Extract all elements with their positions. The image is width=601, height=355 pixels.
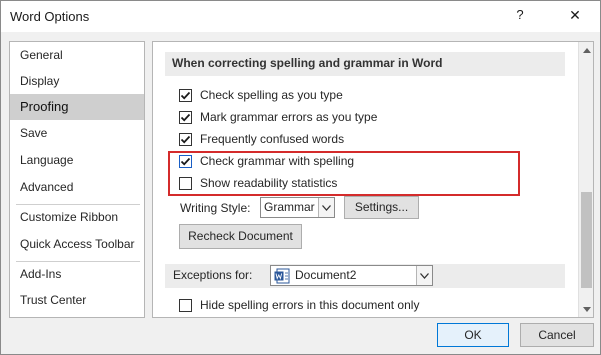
exceptions-document-value: Document2 xyxy=(295,268,357,282)
title-bar: Word Options ? ✕ xyxy=(1,1,600,32)
word-options-dialog: Word Options ? ✕ General Display Proofin… xyxy=(0,0,601,355)
settings-button[interactable]: Settings... xyxy=(344,196,419,219)
check-icon xyxy=(180,135,191,143)
window-title: Word Options xyxy=(10,9,90,24)
scrollbar-thumb[interactable] xyxy=(581,192,592,288)
checkbox-checked[interactable] xyxy=(179,132,192,146)
sidebar-item-add-ins[interactable]: Add-Ins xyxy=(10,261,144,287)
checkbox-unchecked[interactable] xyxy=(179,298,192,312)
option-confused-words[interactable]: Frequently confused words xyxy=(179,130,344,148)
vertical-scrollbar[interactable] xyxy=(578,42,593,317)
exceptions-document-select[interactable]: Document2 xyxy=(270,265,433,286)
chevron-down-icon[interactable] xyxy=(318,198,334,217)
option-check-spelling[interactable]: Check spelling as you type xyxy=(179,86,343,104)
exceptions-label: Exceptions for: xyxy=(173,268,253,282)
check-icon xyxy=(180,157,191,165)
checkbox-checked[interactable] xyxy=(179,110,192,124)
chevron-down-icon[interactable] xyxy=(416,266,432,285)
sidebar-item-language[interactable]: Language xyxy=(10,147,144,173)
sidebar-item-trust-center[interactable]: Trust Center xyxy=(10,287,144,313)
scroll-up-arrow-icon[interactable] xyxy=(579,42,593,58)
option-label: Check grammar with spelling xyxy=(200,154,355,168)
option-label: Check spelling as you type xyxy=(200,88,343,102)
option-mark-grammar[interactable]: Mark grammar errors as you type xyxy=(179,108,377,126)
sidebar-item-proofing[interactable]: Proofing xyxy=(10,94,144,120)
scroll-down-arrow-icon[interactable] xyxy=(579,301,593,317)
section-title: When correcting spelling and grammar in … xyxy=(165,52,565,76)
help-button[interactable]: ? xyxy=(506,3,534,29)
options-sidebar: General Display Proofing Save Language A… xyxy=(9,41,145,318)
option-label: Mark grammar errors as you type xyxy=(200,110,378,124)
option-label: Hide spelling errors in this document on… xyxy=(200,298,420,312)
proofing-panel: When correcting spelling and grammar in … xyxy=(152,41,594,318)
option-hide-spelling-errors[interactable]: Hide spelling errors in this document on… xyxy=(179,296,419,314)
ok-button[interactable]: OK xyxy=(437,323,509,347)
sidebar-item-customize-ribbon[interactable]: Customize Ribbon xyxy=(10,204,144,230)
check-icon xyxy=(180,113,191,121)
checkbox-checked[interactable] xyxy=(179,88,192,102)
sidebar-item-save[interactable]: Save xyxy=(10,120,144,146)
sidebar-item-display[interactable]: Display xyxy=(10,68,144,94)
recheck-document-button[interactable]: Recheck Document xyxy=(179,224,302,249)
sidebar-item-quick-access-toolbar[interactable]: Quick Access Toolbar xyxy=(10,231,144,257)
writing-style-label: Writing Style: xyxy=(180,201,251,215)
writing-style-select[interactable]: Grammar xyxy=(260,197,335,218)
check-icon xyxy=(180,91,191,99)
option-label: Show readability statistics xyxy=(200,176,338,190)
option-check-grammar[interactable]: Check grammar with spelling xyxy=(179,152,354,170)
close-button[interactable]: ✕ xyxy=(557,3,593,29)
writing-style-value: Grammar xyxy=(264,200,315,214)
cancel-button[interactable]: Cancel xyxy=(520,323,594,347)
word-document-icon xyxy=(274,268,290,284)
sidebar-item-general[interactable]: General xyxy=(10,42,144,68)
option-readability[interactable]: Show readability statistics xyxy=(179,174,337,192)
option-label: Frequently confused words xyxy=(200,132,345,146)
sidebar-item-advanced[interactable]: Advanced xyxy=(10,174,144,200)
checkbox-checked[interactable] xyxy=(179,154,192,168)
checkbox-unchecked[interactable] xyxy=(179,176,192,190)
